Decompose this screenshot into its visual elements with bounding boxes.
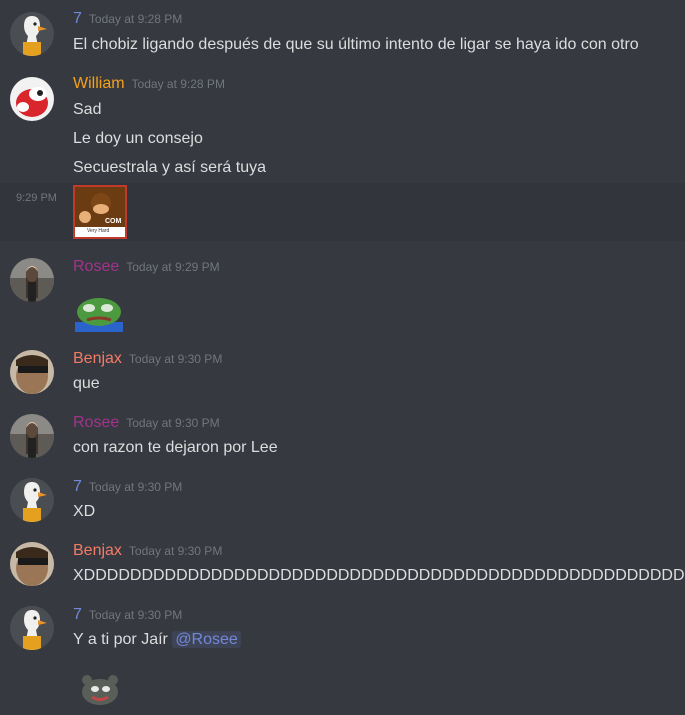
username[interactable]: 7 (73, 478, 82, 495)
image-logo: COM (105, 218, 122, 225)
message-header: Benjax Today at 9:30 PM (73, 542, 222, 560)
username[interactable]: 7 (73, 606, 82, 623)
message-text: Sad (73, 101, 102, 118)
avatar[interactable] (10, 606, 54, 650)
user-mention[interactable]: @Rosee (172, 631, 241, 648)
avatar[interactable] (10, 350, 54, 394)
username[interactable]: Rosee (73, 258, 119, 275)
timestamp: Today at 9:29 PM (126, 260, 220, 274)
username[interactable]: 7 (73, 10, 82, 27)
message-text: con razon te dejaron por Lee (73, 439, 278, 456)
message-text-content: Y a ti por Jaír (73, 631, 168, 648)
avatar[interactable] (10, 258, 54, 302)
timestamp: Today at 9:28 PM (131, 77, 225, 91)
message-header: Rosee Today at 9:29 PM (73, 258, 220, 276)
avatar[interactable] (10, 478, 54, 522)
message-text: El chobiz ligando después de que su últi… (73, 36, 639, 53)
sad-frog-emoji[interactable] (73, 294, 125, 339)
avatar[interactable] (10, 414, 54, 458)
message-text: Secuestrala y así será tuya (73, 159, 266, 176)
message-header: 7 Today at 9:30 PM (73, 606, 182, 624)
pepe-emoji[interactable] (78, 672, 122, 713)
username[interactable]: Benjax (73, 542, 122, 559)
timestamp: Today at 9:30 PM (128, 544, 223, 558)
username[interactable]: Benjax (73, 350, 122, 367)
message-text: Le doy un consejo (73, 130, 203, 147)
username[interactable]: Rosee (73, 414, 119, 431)
message-text: que (73, 375, 100, 392)
timestamp: Today at 9:30 PM (88, 608, 183, 622)
avatar[interactable] (10, 542, 54, 586)
image-caption: Very Hard (87, 228, 110, 234)
timestamp: Today at 9:30 PM (88, 480, 183, 494)
avatar[interactable] (10, 12, 54, 56)
message-text: XD (73, 503, 96, 520)
timestamp: Today at 9:30 PM (126, 416, 220, 430)
message-text: XDDDDDDDDDDDDDDDDDDDDDDDDDDDDDDDDDDDDDDD… (73, 567, 685, 584)
message-header: William Today at 9:28 PM (73, 75, 225, 93)
message-header: 7 Today at 9:30 PM (73, 478, 182, 496)
attached-image[interactable]: COM Very Hard (73, 185, 127, 244)
message-header: 7 Today at 9:28 PM (73, 10, 182, 28)
username[interactable]: William (73, 75, 125, 92)
avatar[interactable] (10, 77, 54, 121)
message-header: Rosee Today at 9:30 PM (73, 414, 220, 432)
message-header: Benjax Today at 9:30 PM (73, 350, 222, 368)
timestamp: 9:29 PM (16, 192, 57, 204)
message-text: Y a ti por Jaír @Rosee (73, 631, 241, 649)
timestamp: Today at 9:28 PM (88, 12, 183, 26)
timestamp: Today at 9:30 PM (128, 352, 223, 366)
